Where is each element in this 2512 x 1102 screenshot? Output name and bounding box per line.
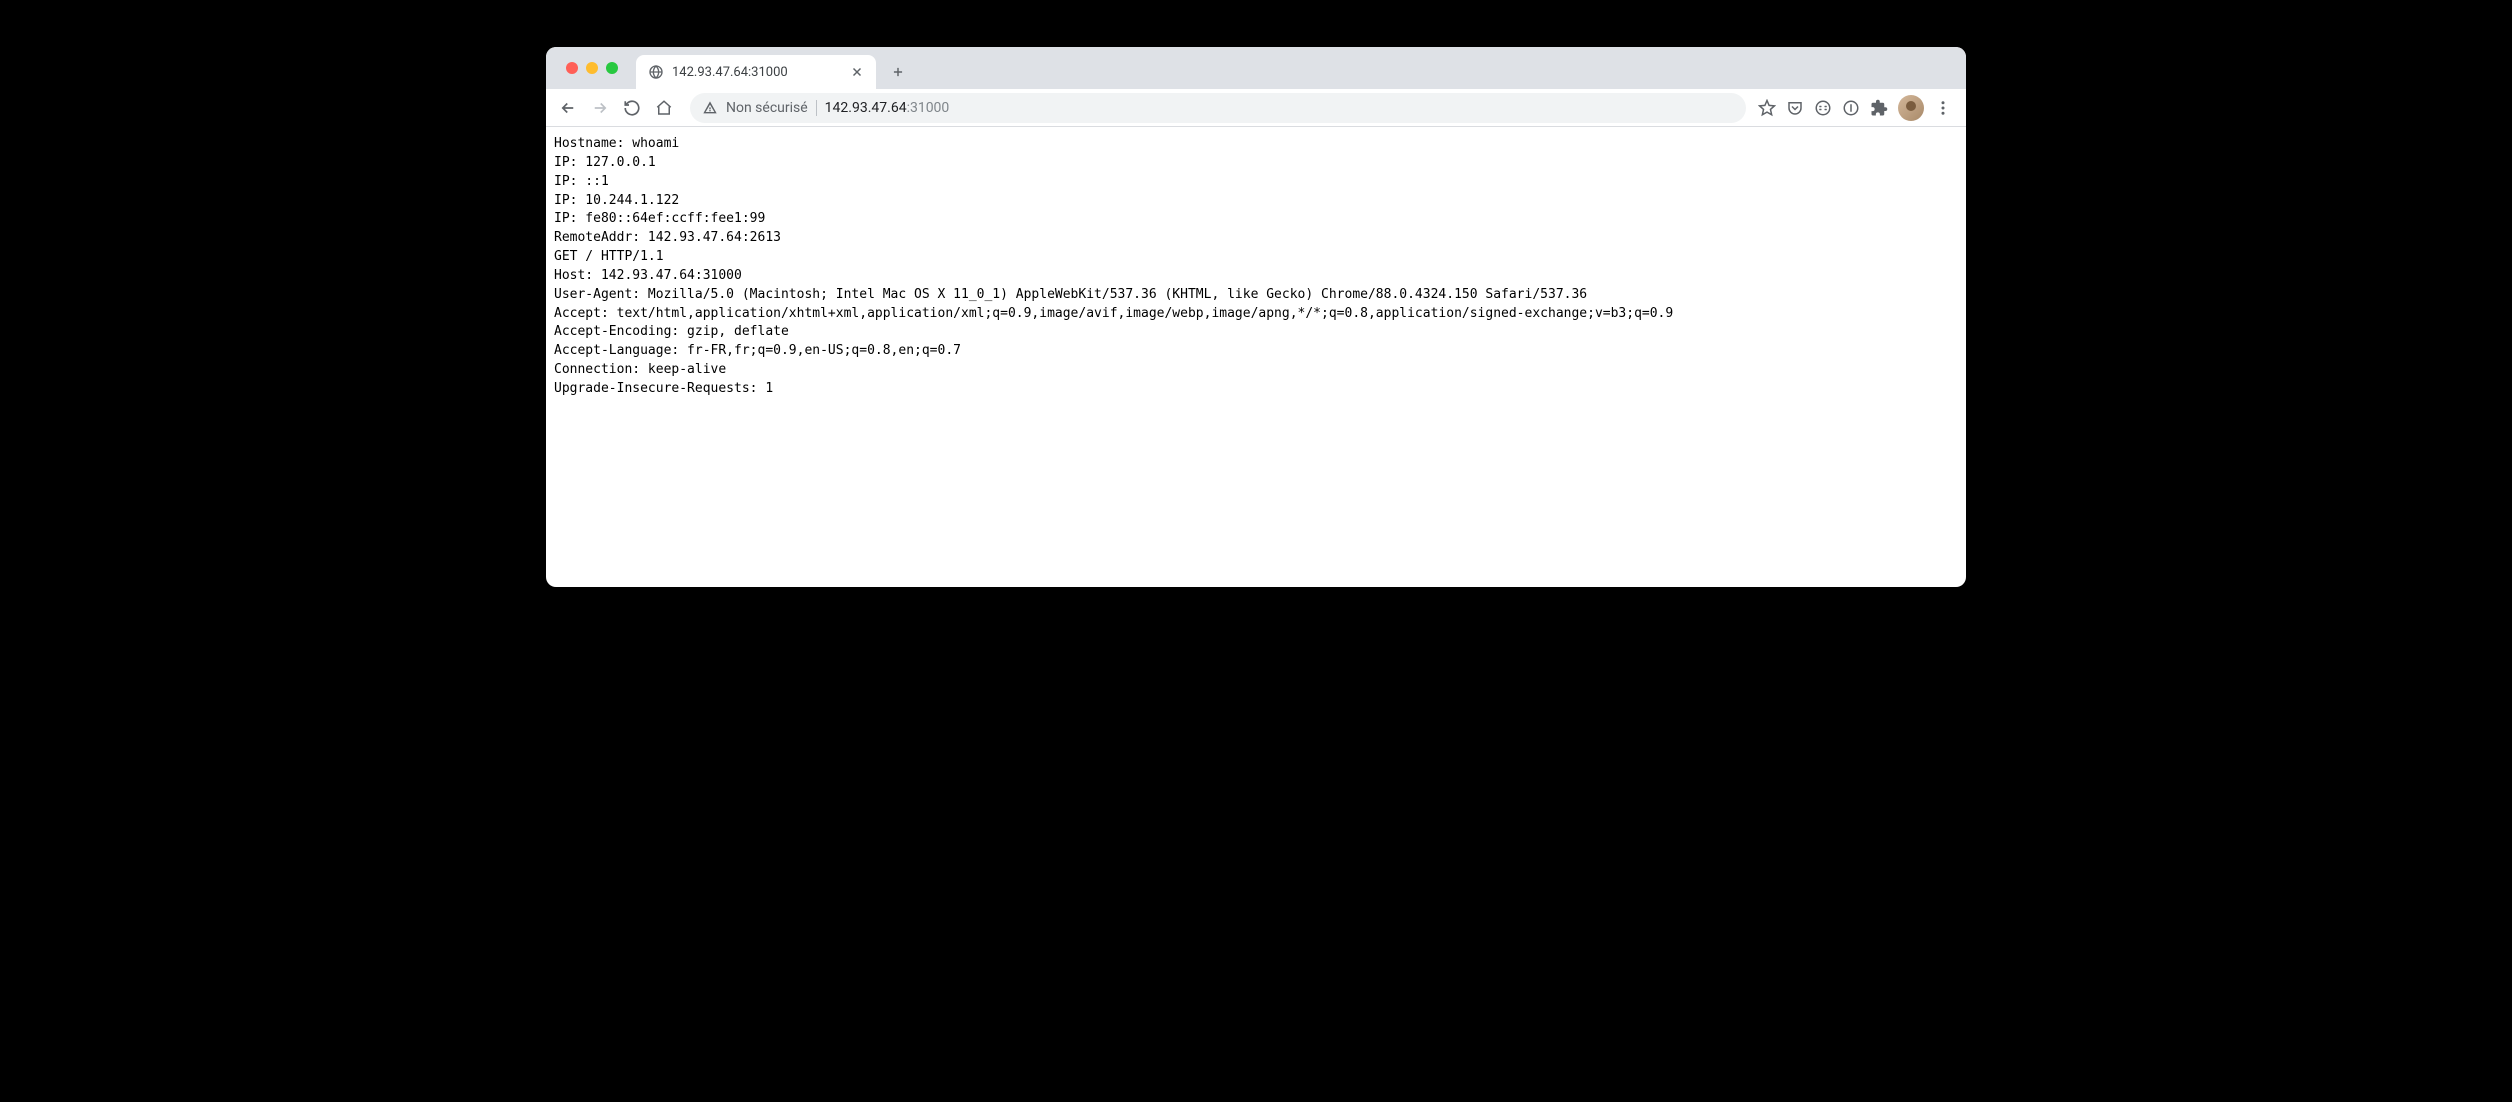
bookmark-icon[interactable]	[1758, 99, 1776, 117]
browser-window: 142.93.47.64:31000	[546, 47, 1966, 587]
menu-icon[interactable]	[1934, 99, 1952, 117]
forward-button[interactable]	[586, 94, 614, 122]
pocket-icon[interactable]	[1786, 99, 1804, 117]
home-button[interactable]	[650, 94, 678, 122]
extensions-icon[interactable]	[1870, 99, 1888, 117]
tab-close-button[interactable]	[850, 65, 864, 79]
new-tab-button[interactable]	[884, 58, 912, 86]
profile-avatar[interactable]	[1898, 95, 1924, 121]
back-button[interactable]	[554, 94, 582, 122]
browser-tab[interactable]: 142.93.47.64:31000	[636, 55, 876, 89]
response-text: Hostname: whoami IP: 127.0.0.1 IP: ::1 I…	[554, 135, 1958, 399]
window-controls	[556, 47, 628, 89]
url-host: 142.93.47.64	[825, 100, 907, 116]
reload-button[interactable]	[618, 94, 646, 122]
tab-title: 142.93.47.64:31000	[672, 65, 842, 80]
security-label: Non sécurisé	[726, 100, 808, 116]
extension-onepassword-icon[interactable]	[1842, 99, 1860, 117]
window-close-button[interactable]	[566, 62, 578, 74]
extension-shortcut-icon[interactable]	[1814, 99, 1832, 117]
globe-icon	[648, 64, 664, 80]
page-content: Hostname: whoami IP: 127.0.0.1 IP: ::1 I…	[546, 127, 1966, 587]
url: 142.93.47.64:31000	[825, 100, 950, 116]
window-minimize-button[interactable]	[586, 62, 598, 74]
toolbar-actions	[1758, 95, 1958, 121]
divider	[816, 100, 817, 116]
tab-bar: 142.93.47.64:31000	[546, 47, 1966, 89]
not-secure-icon	[702, 100, 718, 116]
window-maximize-button[interactable]	[606, 62, 618, 74]
address-bar[interactable]: Non sécurisé 142.93.47.64:31000	[690, 93, 1746, 123]
toolbar: Non sécurisé 142.93.47.64:31000	[546, 89, 1966, 127]
url-port: :31000	[907, 100, 950, 116]
